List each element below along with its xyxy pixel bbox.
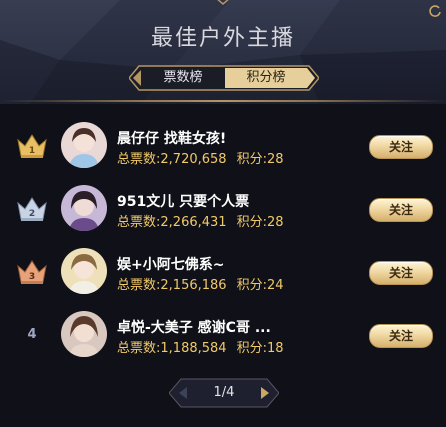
votes-label: 总票数: (117, 341, 161, 356)
streamer-name[interactable]: 娱+小阿七佛系~ (117, 254, 224, 274)
leaderboard-panel: 最佳户外主播 票数榜 积分榜 1 晨仔仔 找鞋女孩! 总票数:2,720,658… (0, 0, 446, 427)
votes-label: 总票数: (117, 278, 161, 293)
follow-button[interactable]: 关注 (369, 198, 433, 222)
pagination: 1/4 (169, 378, 279, 408)
avatar[interactable] (61, 248, 107, 294)
follow-button[interactable]: 关注 (369, 135, 433, 159)
streamer-stats: 总票数:2,156,186 积分:24 (117, 274, 284, 293)
tab-points[interactable]: 积分榜 (225, 67, 307, 89)
avatar[interactable] (61, 122, 107, 168)
votes-value: 2,266,431 (160, 215, 227, 230)
points-value: 18 (266, 341, 284, 356)
svg-text:2: 2 (29, 209, 35, 219)
streamer-stats: 总票数:2,266,431 积分:28 (117, 211, 284, 230)
points-value: 28 (266, 152, 284, 167)
header: 最佳户外主播 票数榜 积分榜 (0, 0, 446, 104)
votes-label: 总票数: (117, 152, 161, 167)
top-ornament-icon (217, 0, 229, 5)
follow-button[interactable]: 关注 (369, 261, 433, 285)
points-value: 28 (266, 215, 284, 230)
list-item: 3 娱+小阿七佛系~ 总票数:2,156,186 积分:24 关注 (0, 244, 446, 302)
prev-page-icon[interactable] (175, 384, 191, 402)
list-item: 4 卓悦-大美子 感谢C哥 ... 总票数:1,188,584 积分:18 关注 (0, 307, 446, 365)
streamer-name[interactable]: 951文儿 只要个人票 (117, 191, 249, 211)
votes-value: 1,188,584 (160, 341, 227, 356)
tab-votes[interactable]: 票数榜 (141, 67, 225, 89)
refresh-icon[interactable] (428, 4, 442, 18)
silver-crown-icon: 2 (17, 197, 47, 221)
next-page-icon[interactable] (257, 384, 273, 402)
list-item: 1 晨仔仔 找鞋女孩! 总票数:2,720,658 积分:28 关注 (0, 118, 446, 176)
svg-text:1: 1 (29, 146, 35, 156)
gold-crown-icon: 1 (17, 134, 47, 158)
rank-number: 4 (27, 327, 37, 342)
follow-button[interactable]: 关注 (369, 324, 433, 348)
streamer-name[interactable]: 卓悦-大美子 感谢C哥 ... (117, 317, 271, 337)
list-item: 2 951文儿 只要个人票 总票数:2,266,431 积分:28 关注 (0, 181, 446, 239)
votes-label: 总票数: (117, 215, 161, 230)
header-divider (0, 100, 446, 102)
streamer-stats: 总票数:2,720,658 积分:28 (117, 148, 284, 167)
points-label: 积分: (236, 341, 267, 356)
streamer-name[interactable]: 晨仔仔 找鞋女孩! (117, 128, 226, 148)
page-indicator: 1/4 (213, 385, 235, 400)
points-value: 24 (266, 278, 284, 293)
bronze-crown-icon: 3 (17, 260, 47, 284)
avatar[interactable] (61, 185, 107, 231)
avatar[interactable] (61, 311, 107, 357)
streamer-stats: 总票数:1,188,584 积分:18 (117, 337, 284, 356)
page-title: 最佳户外主播 (150, 26, 295, 51)
points-label: 积分: (236, 152, 267, 167)
ranking-tabs: 票数榜 积分榜 (129, 64, 319, 92)
votes-value: 2,720,658 (160, 152, 227, 167)
points-label: 积分: (236, 278, 267, 293)
points-label: 积分: (236, 215, 267, 230)
votes-value: 2,156,186 (160, 278, 227, 293)
svg-text:3: 3 (29, 272, 35, 282)
